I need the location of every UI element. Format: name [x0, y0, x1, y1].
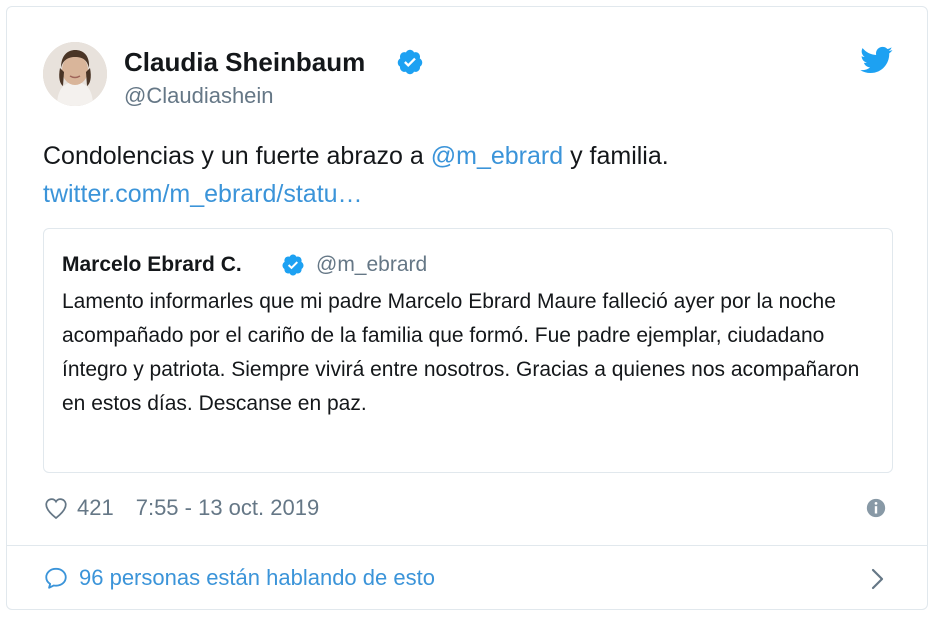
status-link[interactable]: twitter.com/m_ebrard/statu… [43, 180, 363, 208]
quoted-verified-badge-icon [282, 254, 304, 276]
mention-link[interactable]: @m_ebrard [431, 142, 563, 170]
tweet-text: Condolencias y un fuerte abrazo a @m_ebr… [43, 137, 903, 213]
author-handle[interactable]: @Claudiashein [124, 83, 274, 109]
tweet-text-prefix: Condolencias y un fuerte abrazo a [43, 142, 431, 170]
author-name[interactable]: Claudia Sheinbaum [124, 47, 365, 78]
tweet-footer: 421 7:55 - 13 oct. 2019 [43, 493, 319, 523]
verified-badge-icon [397, 49, 423, 75]
like-count[interactable]: 421 [77, 495, 114, 521]
avatar-image [43, 42, 107, 106]
divider [7, 545, 927, 546]
info-icon[interactable] [865, 497, 887, 519]
twitter-bird-icon[interactable] [859, 43, 893, 77]
conversation-link[interactable]: 96 personas están hablando de esto [43, 565, 435, 591]
chevron-right-icon[interactable] [867, 565, 889, 593]
heart-icon[interactable] [43, 495, 69, 521]
conversation-text: 96 personas están hablando de esto [79, 565, 435, 590]
reply-bubble-icon [45, 567, 67, 589]
quoted-author-handle[interactable]: @m_ebrard [316, 253, 427, 277]
quoted-tweet-text: Lamento informarles que mi padre Marcelo… [62, 290, 860, 415]
quoted-author-name[interactable]: Marcelo Ebrard C. [62, 253, 242, 277]
tweet-card: Claudia Sheinbaum @Claudiashein Condolen… [6, 6, 928, 610]
quoted-tweet[interactable]: Marcelo Ebrard C. @m_ebrard Lamento info… [43, 228, 893, 473]
avatar[interactable] [43, 42, 107, 106]
timestamp[interactable]: 7:55 - 13 oct. 2019 [136, 495, 319, 521]
tweet-text-suffix: y familia. [563, 142, 669, 170]
